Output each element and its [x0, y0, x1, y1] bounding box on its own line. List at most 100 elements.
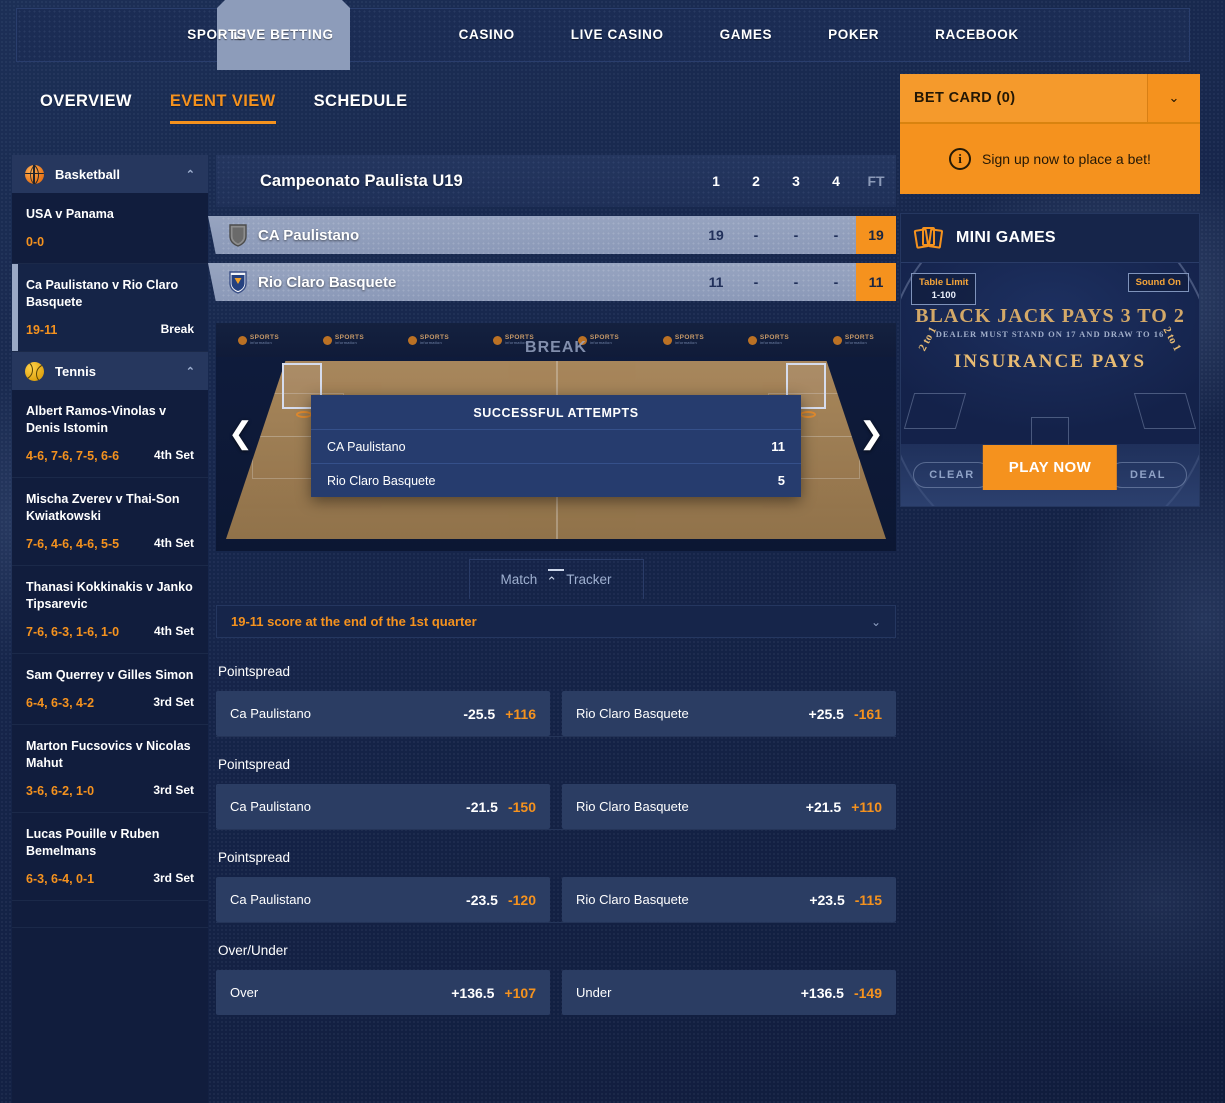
outcome-price: -115	[854, 891, 882, 908]
deal-button[interactable]: DEAL	[1109, 462, 1187, 488]
outcome-button[interactable]: Ca Paulistano -21.5 -150	[216, 784, 550, 829]
outcome-price: -150	[507, 798, 536, 815]
bet-card-message: Sign up now to place a bet!	[982, 151, 1151, 167]
outcome-price: +110	[851, 798, 882, 815]
list-item[interactable]: Lucas Pouille v Ruben Bemelmans 6-3, 6-4…	[12, 813, 208, 901]
bet-card-header: BET CARD (0) ⌄	[900, 74, 1200, 122]
row-notch	[208, 216, 222, 254]
match-status-strip[interactable]: 19-11 score at the end of the 1st quarte…	[216, 605, 896, 638]
chevron-down-icon[interactable]: ⌄	[1148, 74, 1200, 122]
list-item[interactable]: Thanasi Kokkinakis v Janko Tipsarevic 7-…	[12, 566, 208, 654]
team-period-1: 19	[708, 227, 724, 243]
outcome-button[interactable]: Rio Claro Basquete +21.5 +110	[562, 784, 896, 829]
section-tabs: OVERVIEW EVENT VIEW SCHEDULE	[40, 92, 408, 124]
market-outcomes: Over +136.5 +107 Under +136.5 -149	[216, 970, 896, 1015]
event-status: 4th Set	[153, 624, 194, 638]
felt-text-rules: DEALER MUST STAND ON 17 AND DRAW TO 16	[935, 329, 1165, 339]
sound-toggle-badge[interactable]: Sound On	[1127, 273, 1189, 292]
sidebar-group-label-tennis: Tennis	[55, 363, 96, 379]
tab-schedule[interactable]: SCHEDULE	[314, 92, 408, 121]
nav-item-racebook[interactable]: RACEBOOK	[907, 8, 1047, 62]
list-item[interactable]: Marton Fucsovics v Nicolas Mahut 3-6, 6-…	[12, 725, 208, 813]
event-meta: 7-6, 6-3, 1-6, 1-0 4th Set	[26, 624, 194, 640]
chevron-up-icon[interactable]: ⌃	[546, 574, 557, 590]
period-header-3: 3	[792, 173, 800, 189]
table-limit-value: 1-100	[931, 290, 956, 301]
live-events-sidebar[interactable]: Basketball ⌃ USA v Panama 0-0 Ca Paulist…	[12, 155, 208, 1103]
list-item[interactable]: Albert Ramos-Vinolas v Denis Istomin 4-6…	[12, 390, 208, 478]
outcome-line: +136.5	[800, 984, 844, 1001]
list-item[interactable]: Ca Paulistano v Rio Claro Basquete 19-11…	[12, 264, 208, 352]
list-item[interactable]: USA v Panama 0-0	[12, 193, 208, 264]
period-headers: 1 2 3 4 FT	[696, 173, 896, 189]
outcome-button[interactable]: Ca Paulistano -25.5 +116	[216, 691, 550, 736]
sidebar-group-label-basketball: Basketball	[55, 166, 121, 182]
market-outcomes: Ca Paulistano -23.5 -120 Rio Claro Basque…	[216, 877, 896, 922]
outcome-price: -149	[853, 984, 882, 1001]
event-meta: 6-3, 6-4, 0-1 3rd Set	[26, 871, 194, 887]
event-score: 7-6, 4-6, 4-6, 5-5	[26, 537, 120, 551]
event-score: 19-11	[26, 323, 58, 337]
nav-item-sports[interactable]: SPORTS	[159, 8, 274, 62]
outcome-button[interactable]: Ca Paulistano -23.5 -120	[216, 877, 550, 922]
match-tracker-toggle[interactable]: Match ⌃ Tracker	[468, 559, 644, 599]
team-total-score: 19	[856, 216, 896, 254]
scoreboard-team-row: Rio Claro Basquete 11 - - - 11	[208, 263, 896, 301]
event-title: Albert Ramos-Vinolas v Denis Istomin	[26, 404, 167, 435]
league-name: Campeonato Paulista U19	[260, 171, 463, 190]
team-total-score: 11	[856, 263, 896, 301]
list-item[interactable]: Mischa Zverev v Thai-Son Kwiatkowski 7-6…	[12, 478, 208, 566]
chevron-down-icon[interactable]: ⌄	[871, 615, 881, 629]
bet-card-title[interactable]: BET CARD (0)	[900, 74, 1148, 122]
sidebar-group-tennis[interactable]: Tennis ⌃	[12, 352, 208, 390]
nav-item-poker[interactable]: POKER	[800, 8, 907, 62]
tennis-ball-icon	[25, 361, 44, 381]
outcome-button[interactable]: Under +136.5 -149	[562, 970, 896, 1015]
outcome-line: +23.5	[809, 891, 845, 908]
mini-games-title: MINI GAMES	[956, 229, 1056, 246]
nav-item-games[interactable]: GAMES	[692, 8, 801, 62]
nav-item-casino[interactable]: CASINO	[431, 8, 543, 62]
team-period-scores: 19 - - - 19	[696, 216, 896, 254]
row-notch	[208, 263, 222, 301]
play-now-button[interactable]: PLAY NOW	[982, 445, 1118, 490]
bet-box-right	[1133, 393, 1197, 429]
outcome-name: Rio Claro Basquete	[576, 706, 689, 721]
clear-button[interactable]: CLEAR	[913, 462, 991, 488]
outcome-price: -120	[507, 891, 536, 908]
team-period-3: -	[793, 227, 799, 243]
tab-event-view[interactable]: EVENT VIEW	[169, 92, 276, 124]
market-pointspread-2: Pointspread Ca Paulistano -21.5 -150 Rio …	[216, 736, 896, 829]
sidebar-group-basketball[interactable]: Basketball ⌃	[12, 155, 208, 193]
tab-overview[interactable]: OVERVIEW	[40, 92, 132, 121]
blackjack-table-preview[interactable]: Table Limit 1-100 Sound On BLACK JACK PA…	[901, 262, 1199, 506]
main-navigation: SPORTS LIVE BETTING CASINO LIVE CASINO G…	[16, 8, 1190, 62]
list-item[interactable]	[12, 901, 208, 928]
info-icon: i	[949, 148, 972, 170]
list-item[interactable]: Sam Querrey v Gilles Simon 6-4, 6-3, 4-2…	[12, 654, 208, 725]
outcome-button[interactable]: Rio Claro Basquete +23.5 -115	[562, 877, 896, 922]
period-header-4: 4	[832, 173, 840, 189]
event-title: USA v Panama	[26, 207, 114, 221]
main-nav-items: SPORTS LIVE BETTING CASINO LIVE CASINO G…	[159, 8, 1046, 62]
market-title: Pointspread	[218, 664, 291, 679]
period-header-ft: FT	[867, 173, 885, 189]
event-title: Sam Querrey v Gilles Simon	[26, 668, 194, 682]
period-header-2: 2	[752, 173, 760, 189]
outcome-line: +25.5	[808, 705, 844, 722]
outcome-price: +116	[505, 705, 536, 722]
market-title: Over/Under	[218, 943, 288, 958]
chevron-up-icon[interactable]: ⌃	[186, 365, 195, 378]
market-pointspread-3: Pointspread Ca Paulistano -23.5 -120 Rio …	[216, 829, 896, 922]
stats-value: 5	[777, 473, 785, 488]
event-title: Mischa Zverev v Thai-Son Kwiatkowski	[26, 492, 180, 523]
tracker-next-button[interactable]: ❯	[859, 419, 884, 449]
chevron-up-icon[interactable]: ⌃	[186, 168, 195, 181]
outcome-button[interactable]: Over +136.5 +107	[216, 970, 550, 1015]
tracker-prev-button[interactable]: ❮	[228, 419, 253, 449]
bet-card-panel: BET CARD (0) ⌄ i Sign up now to place a …	[900, 74, 1200, 194]
outcome-button[interactable]: Rio Claro Basquete +25.5 -161	[562, 691, 896, 736]
right-rail: BET CARD (0) ⌄ i Sign up now to place a …	[900, 74, 1200, 507]
outcome-line: +136.5	[451, 984, 495, 1001]
nav-item-live-casino[interactable]: LIVE CASINO	[543, 8, 692, 62]
